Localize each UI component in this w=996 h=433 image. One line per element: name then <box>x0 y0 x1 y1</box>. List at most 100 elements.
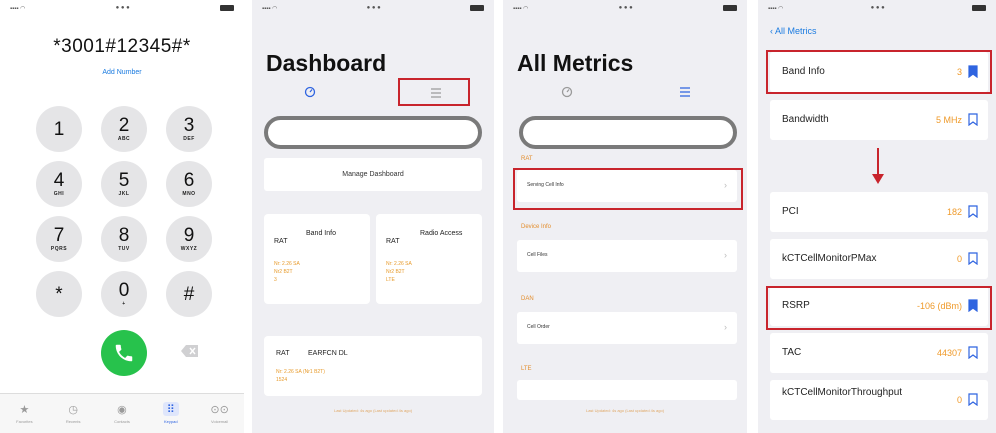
metric-category-row[interactable] <box>517 380 737 400</box>
bookmark-outline-icon[interactable] <box>968 393 978 406</box>
keypad-key[interactable]: 9 WXYZ <box>166 216 212 262</box>
section-label: LTE <box>521 366 532 372</box>
section-label: DAN <box>521 296 534 302</box>
card-value: Nr: 2.26 SA (Nr1 B2T) <box>276 369 325 375</box>
metric-row[interactable]: TAC 44307 <box>770 333 988 373</box>
tab-voicemail[interactable]: ⊙⊙ Voicemail <box>200 402 240 425</box>
back-button[interactable]: ‹ All Metrics <box>770 26 817 36</box>
metric-category-row[interactable]: Cell Order › <box>517 312 737 344</box>
status-time: ● ● ● <box>870 5 885 11</box>
key-digit: 2 <box>118 115 130 136</box>
tab-label: Contacts <box>114 419 130 424</box>
key-digit: # <box>183 283 195 305</box>
metric-label: TAC <box>782 347 802 358</box>
metric-row[interactable]: PCI 182 <box>770 192 988 232</box>
metric-detail-screen: ▪▪▪▪ ◠ ● ● ● ‹ All Metrics Band Info 3 Ban… <box>758 0 996 433</box>
metric-label: PCI <box>782 206 799 217</box>
key-digit: 1 <box>53 118 65 140</box>
key-letters: TUV <box>118 246 130 252</box>
battery-icon <box>219 5 234 11</box>
signal-icon: ▪▪▪▪ ◠ <box>768 5 784 12</box>
key-digit: 5 <box>118 170 130 191</box>
metric-label: kCTCellMonitorThroughput <box>782 387 903 398</box>
card-title: EARFCN DL <box>308 350 348 357</box>
status-bar: ▪▪▪▪ ◠ ● ● ● <box>503 2 747 14</box>
key-letters: DEF <box>183 136 195 142</box>
call-button[interactable] <box>101 330 147 376</box>
keypad-key[interactable]: 3 DEF <box>166 106 212 152</box>
dashboard-icon[interactable] <box>561 86 573 98</box>
delete-icon[interactable] <box>181 344 199 358</box>
chevron-right-icon: › <box>724 322 727 332</box>
card-value: 1524 <box>276 377 288 383</box>
add-number-link[interactable]: Add Number <box>0 69 244 76</box>
status-bar: ▪▪▪▪ ◠ ● ● ● <box>252 2 494 14</box>
metric-value: 0 <box>956 395 962 405</box>
bookmark-outline-icon[interactable] <box>968 252 978 265</box>
metric-card-band-info[interactable]: RAT Band Info Nr: 2.26 SA Nr2 B2T 3 <box>264 214 370 304</box>
chevron-right-icon: › <box>724 250 727 260</box>
keypad-key[interactable]: 2 ABC <box>101 106 147 152</box>
keypad-key[interactable]: 8 TUV <box>101 216 147 262</box>
key-digit: 0 <box>118 280 130 301</box>
keypad-key[interactable]: * <box>36 271 82 317</box>
key-digit: 8 <box>118 225 130 246</box>
phone-icon <box>115 344 133 362</box>
card-tag: RAT <box>276 350 290 357</box>
bookmark-outline-icon[interactable] <box>968 205 978 218</box>
arrow-down-icon <box>872 148 884 184</box>
row-label: Cell Files <box>527 252 548 258</box>
bookmark-outline-icon[interactable] <box>968 346 978 359</box>
last-updated-note: Last Updated: 4s ago (Last updated 4s ag… <box>585 408 665 413</box>
card-title: Band Info <box>306 230 336 237</box>
card-value: Nr2 B2T <box>386 269 405 275</box>
keypad-key[interactable]: 1 <box>36 106 82 152</box>
metric-card-radio-access[interactable]: RAT Radio Access Nr: 2.26 SA Nr2 B2T LTE <box>376 214 482 304</box>
status-bar: ▪▪▪▪ ◠ ● ● ● <box>0 2 244 14</box>
tab-favorites[interactable]: ★ Favorites <box>4 402 44 425</box>
tab-recents[interactable]: ◷ Recents <box>53 402 93 425</box>
tab-label: Voicemail <box>211 419 229 424</box>
last-updated-note: Last Updated: 4s ago (Last updated 4s ag… <box>333 408 413 413</box>
star-icon: ★ <box>19 403 30 416</box>
keypad-key[interactable]: 7 PQRS <box>36 216 82 262</box>
card-value: Nr: 2.26 SA <box>274 261 300 267</box>
metric-row[interactable]: kCTCellMonitorThroughput 0 <box>770 380 988 420</box>
tab-contacts[interactable]: ◉ Contacts <box>102 402 142 425</box>
keypad-key[interactable]: 5 JKL <box>101 161 147 207</box>
search-input[interactable] <box>519 116 737 149</box>
key-digit: 4 <box>53 170 65 191</box>
dashboard-icon[interactable] <box>304 86 316 98</box>
section-label: RAT <box>521 156 533 162</box>
list-icon[interactable] <box>679 86 691 98</box>
metric-value: 5 MHz <box>935 115 962 125</box>
key-letters: PQRS <box>50 246 68 252</box>
key-letters: + <box>122 301 126 307</box>
metric-category-row[interactable]: Cell Files › <box>517 240 737 272</box>
keypad-key[interactable]: 4 GHI <box>36 161 82 207</box>
signal-icon: ▪▪▪▪ ◠ <box>262 5 278 12</box>
metric-value: 44307 <box>936 348 962 358</box>
keypad-key[interactable]: # <box>166 271 212 317</box>
metric-row[interactable]: Bandwidth 5 MHz <box>770 100 988 140</box>
card-value: 3 <box>274 277 277 283</box>
metric-card-earfcn-dl[interactable]: RAT EARFCN DL Nr: 2.26 SA (Nr1 B2T) 1524 <box>264 336 482 396</box>
keypad-key[interactable]: 6 MNO <box>166 161 212 207</box>
metric-row[interactable]: kCTCellMonitorPMax 0 <box>770 239 988 279</box>
search-input[interactable] <box>264 116 482 149</box>
tab-keypad[interactable]: ⠿ Keypad <box>151 402 191 424</box>
section-label: Device Info <box>521 224 552 230</box>
key-letters: GHI <box>53 191 65 197</box>
card-value: Nr2 B2T <box>274 269 293 275</box>
key-digit: 7 <box>53 225 65 246</box>
battery-icon <box>971 5 986 11</box>
contacts-icon: ◉ <box>117 403 127 416</box>
dashboard-screen: ▪▪▪▪ ◠ ● ● ● Dashboard Manage Dashboard … <box>252 0 494 433</box>
keypad-key[interactable]: 0 + <box>101 271 147 317</box>
page-title: All Metrics <box>517 50 634 76</box>
bookmark-outline-icon[interactable] <box>968 113 978 126</box>
metric-value: 0 <box>956 254 962 264</box>
row-label: Cell Order <box>527 324 550 330</box>
manage-dashboard-button[interactable]: Manage Dashboard <box>264 158 482 191</box>
voicemail-icon: ⊙⊙ <box>210 403 229 416</box>
